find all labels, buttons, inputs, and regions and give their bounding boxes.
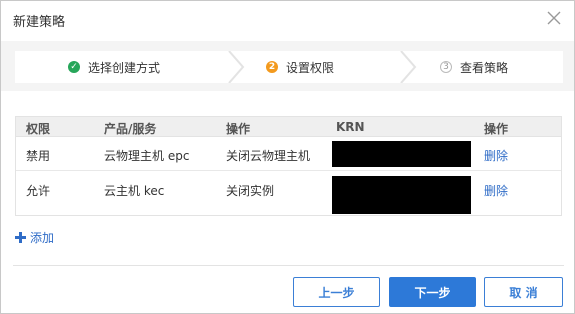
header-action: 操作	[484, 122, 509, 136]
permission-table: 权限 产品/服务 操作 KRN 操作 禁用 云物理主机 epc 关闭云物理主机 …	[15, 116, 562, 216]
table-row: 禁用 云物理主机 epc 关闭云物理主机 删除	[16, 137, 561, 171]
krn-redacted	[332, 176, 471, 214]
cell-permission: 禁用	[26, 149, 51, 163]
next-button[interactable]: 下一步	[389, 277, 476, 307]
step-view-policy: 3 查看策略	[440, 51, 508, 83]
close-icon[interactable]	[546, 10, 562, 26]
cell-product: 云物理主机 epc	[104, 149, 190, 163]
step-label: 设置权限	[286, 60, 335, 75]
table-row: 允许 云主机 kec 关闭实例 删除	[16, 172, 561, 214]
step-label: 查看策略	[460, 60, 509, 75]
step-number-icon: 3	[440, 61, 452, 73]
header-operation: 操作	[226, 122, 251, 136]
add-label: 添加	[30, 231, 55, 245]
step-select-method: ✓ 选择创建方式	[68, 51, 160, 83]
cell-permission: 允许	[26, 184, 51, 198]
table-header: 权限 产品/服务 操作 KRN 操作	[16, 117, 561, 137]
step-number-icon: 2	[266, 61, 278, 73]
chevron-right-icon	[400, 51, 417, 83]
previous-button[interactable]: 上一步	[293, 277, 380, 307]
add-permission-button[interactable]: 添加	[15, 229, 54, 246]
delete-link[interactable]: 删除	[484, 182, 508, 199]
check-circle-icon: ✓	[68, 61, 80, 73]
chevron-right-icon	[228, 51, 245, 83]
cell-operation: 关闭云物理主机	[226, 149, 311, 163]
step-label: 选择创建方式	[88, 60, 161, 75]
step-indicator: ✓ 选择创建方式 2 设置权限 3 查看策略	[1, 41, 574, 91]
header-product: 产品/服务	[104, 122, 157, 136]
cell-product: 云主机 kec	[104, 184, 165, 198]
step-bar: ✓ 选择创建方式 2 设置权限 3 查看策略	[15, 51, 563, 83]
footer-divider	[13, 265, 564, 266]
new-policy-dialog: 新建策略 ✓ 选择创建方式 2 设置权限 3 查看策略 权限 产品/服务 操作 …	[0, 0, 575, 314]
cancel-button[interactable]: 取 消	[484, 277, 563, 307]
plus-icon	[15, 232, 26, 243]
header-permission: 权限	[26, 122, 51, 136]
step-set-permission: 2 设置权限	[266, 51, 334, 83]
krn-redacted	[332, 141, 471, 167]
cell-operation: 关闭实例	[226, 184, 275, 198]
dialog-header: 新建策略	[1, 1, 574, 37]
header-krn: KRN	[336, 120, 365, 134]
delete-link[interactable]: 删除	[484, 147, 508, 164]
dialog-title: 新建策略	[13, 15, 66, 30]
